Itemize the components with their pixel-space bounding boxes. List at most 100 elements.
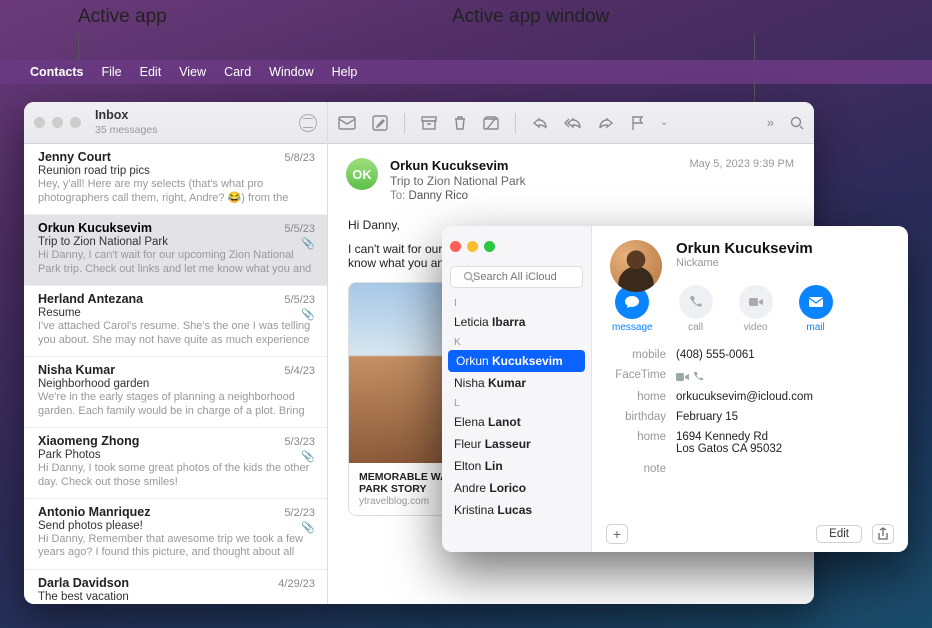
contact-item[interactable]: Kristina Lucas: [442, 499, 591, 521]
contact-card: Orkun Kucuksevim Nickame message call vi…: [592, 226, 908, 552]
contact-item[interactable]: Andre Lorico: [442, 477, 591, 499]
action-label: message: [612, 322, 653, 333]
message-to: To: Danny Rico: [390, 190, 794, 202]
menu-card[interactable]: Card: [224, 65, 251, 79]
message-list: Jenny Court5/8/23 Reunion road trip pics…: [24, 144, 327, 604]
envelope-icon[interactable]: [338, 116, 356, 130]
contact-item[interactable]: Elena Lanot: [442, 411, 591, 433]
menu-help[interactable]: Help: [332, 65, 358, 79]
field-label: note: [610, 463, 676, 475]
contact-fields: mobile(408) 555-0061 FaceTime homeorkucu…: [610, 345, 890, 479]
message-item[interactable]: Nisha Kumar5/4/23 Neighborhood gardenWe'…: [24, 357, 327, 428]
action-label: mail: [806, 322, 824, 333]
mail-action[interactable]: mail: [799, 285, 833, 333]
attachment-icon: 📎: [301, 237, 315, 250]
mail-sidebar: Inbox 35 messages Jenny Court5/8/23 Reun…: [24, 102, 328, 604]
zoom-icon[interactable]: [70, 117, 81, 128]
message-item[interactable]: Jenny Court5/8/23 Reunion road trip pics…: [24, 144, 327, 215]
share-icon[interactable]: [872, 524, 894, 544]
contact-name: Orkun Kucuksevim: [676, 240, 890, 257]
search-icon: [463, 271, 475, 283]
message-timestamp: May 5, 2023 9:39 PM: [689, 158, 794, 170]
more-icon[interactable]: »: [767, 115, 774, 130]
close-icon[interactable]: [34, 117, 45, 128]
mail-toolbar: ⌄ »: [328, 102, 814, 144]
attachment-icon: 📎: [301, 308, 315, 321]
field-label: home: [610, 391, 676, 403]
message-item[interactable]: Darla Davidson4/29/23 The best vacationR…: [24, 570, 327, 605]
archive-icon[interactable]: [421, 116, 437, 130]
field-value[interactable]: 1694 Kennedy RdLos Gatos CA 95032: [676, 431, 782, 455]
call-action[interactable]: call: [679, 285, 713, 333]
contact-avatar: [610, 240, 662, 292]
menu-file[interactable]: File: [101, 65, 121, 79]
addr-line: 1694 Kennedy Rd: [676, 431, 768, 443]
sender-avatar: OK: [346, 158, 378, 190]
section-header: L: [442, 394, 591, 411]
zoom-icon[interactable]: [484, 241, 495, 252]
menu-bar: Contacts File Edit View Card Window Help: [0, 60, 932, 84]
contact-item[interactable]: Orkun Kucuksevim: [448, 350, 585, 372]
contacts-window: ILeticia IbarraKOrkun KucuksevimNisha Ku…: [442, 226, 908, 552]
field-value: February 15: [676, 411, 738, 423]
link-preview-source: ytravelblog.com: [359, 496, 429, 507]
contacts-titlebar: [442, 226, 591, 266]
addr-line: Los Gatos CA 95032: [676, 443, 782, 455]
action-label: call: [688, 322, 703, 333]
field-label: birthday: [610, 411, 676, 423]
minimize-icon[interactable]: [467, 241, 478, 252]
forward-icon[interactable]: [598, 116, 614, 130]
add-button[interactable]: +: [606, 524, 628, 544]
contact-item[interactable]: Nisha Kumar: [442, 372, 591, 394]
attachment-icon: 📎: [301, 521, 315, 534]
callout-active-window: Active app window: [452, 6, 609, 28]
compose-icon[interactable]: [372, 115, 388, 131]
filter-icon[interactable]: [299, 114, 317, 132]
separator: [404, 113, 405, 133]
attachment-icon: 📎: [301, 450, 315, 463]
edit-button[interactable]: Edit: [816, 525, 862, 543]
message-action[interactable]: message: [612, 285, 653, 333]
contact-list: ILeticia IbarraKOrkun KucuksevimNisha Ku…: [442, 294, 591, 552]
message-item[interactable]: Herland Antezana5/5/23 ResumeI've attach…: [24, 286, 327, 357]
reply-all-icon[interactable]: [564, 116, 582, 130]
to-value: Danny Rico: [409, 190, 468, 202]
video-action[interactable]: video: [739, 285, 773, 333]
message-item[interactable]: Orkun Kucuksevim5/5/23 Trip to Zion Nati…: [24, 215, 327, 286]
field-label: mobile: [610, 349, 676, 361]
menu-app-name[interactable]: Contacts: [30, 65, 83, 79]
minimize-icon[interactable]: [52, 117, 63, 128]
menu-view[interactable]: View: [179, 65, 206, 79]
message-item[interactable]: Xiaomeng Zhong5/3/23 Park PhotosHi Danny…: [24, 428, 327, 499]
trash-icon[interactable]: [453, 115, 467, 131]
field-value[interactable]: orkucuksevim@icloud.com: [676, 391, 813, 403]
junk-icon[interactable]: [483, 116, 499, 130]
contact-item[interactable]: Elton Lin: [442, 455, 591, 477]
menu-edit[interactable]: Edit: [140, 65, 162, 79]
callout-active-app: Active app: [78, 6, 167, 28]
action-label: video: [744, 322, 768, 333]
section-header: K: [442, 333, 591, 350]
mail-sidebar-header: Inbox 35 messages: [24, 102, 327, 144]
contacts-sidebar: ILeticia IbarraKOrkun KucuksevimNisha Ku…: [442, 226, 592, 552]
reply-icon[interactable]: [532, 116, 548, 130]
contact-nickname: Nickame: [676, 257, 890, 269]
message-subject: Trip to Zion National Park: [390, 174, 794, 188]
separator: [515, 113, 516, 133]
contact-item[interactable]: Leticia Ibarra: [442, 311, 591, 333]
annotation-layer: Active app Active app window: [0, 6, 932, 56]
contact-item[interactable]: Fleur Lasseur: [442, 433, 591, 455]
menu-window[interactable]: Window: [269, 65, 313, 79]
inbox-label: Inbox: [95, 109, 157, 123]
field-value[interactable]: (408) 555-0061: [676, 349, 755, 361]
close-icon[interactable]: [450, 241, 461, 252]
field-label: FaceTime: [610, 369, 676, 383]
field-label: home: [610, 431, 676, 455]
section-header: I: [442, 294, 591, 311]
chevron-down-icon[interactable]: ⌄: [660, 117, 668, 128]
facetime-icons[interactable]: [676, 369, 704, 383]
message-item[interactable]: Antonio Manriquez5/2/23 Send photos plea…: [24, 499, 327, 570]
search-icon[interactable]: [790, 116, 804, 130]
inbox-count: 35 messages: [95, 124, 157, 136]
flag-icon[interactable]: [630, 115, 644, 131]
